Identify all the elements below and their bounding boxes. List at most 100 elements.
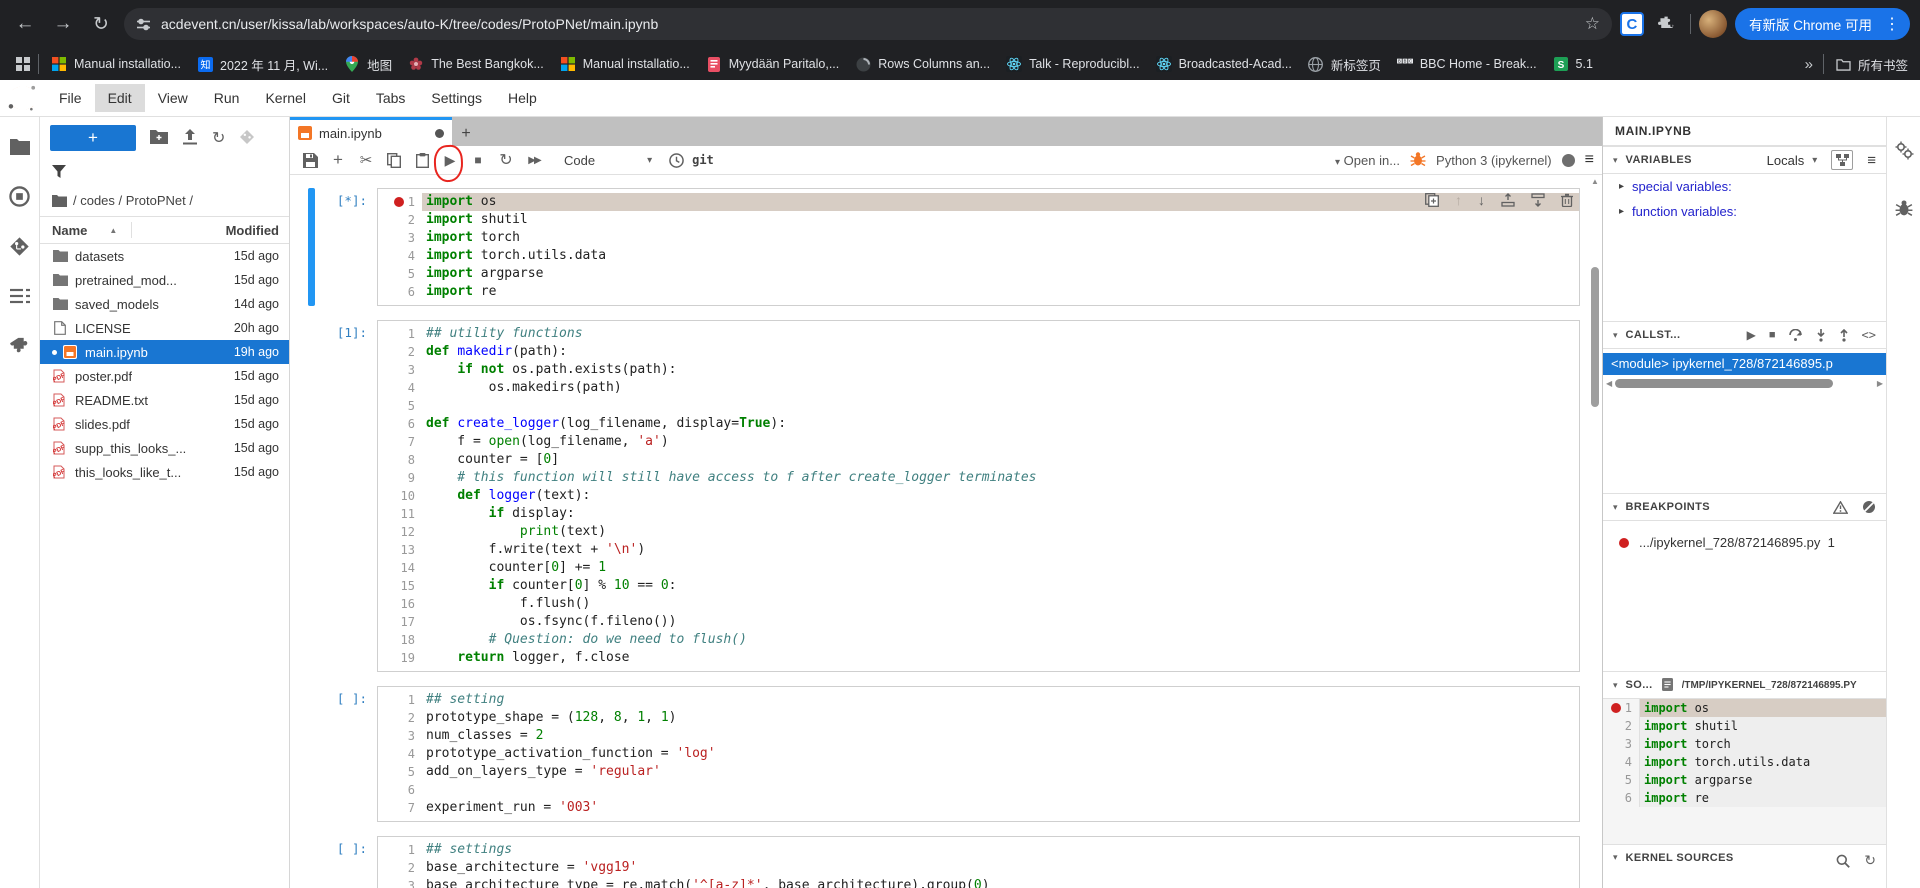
column-name[interactable]: Name [52, 223, 87, 238]
chrome-update-button[interactable]: 有新版 Chrome 可用 ⋮ [1735, 8, 1910, 40]
line-gutter[interactable]: 6 [378, 415, 422, 433]
notebook-scrollbar[interactable]: ▲ [1589, 175, 1601, 888]
cell-editor[interactable]: 1 ## setting 2 prototype_shape = (128, 8… [377, 686, 1580, 822]
all-bookmarks-button[interactable]: 所有书签 [1836, 55, 1908, 74]
bookmark-item[interactable]: Manual installatio... [552, 53, 698, 75]
line-gutter[interactable]: 2 [378, 343, 422, 361]
filter-funnel-icon[interactable] [52, 166, 66, 181]
git-clone-icon[interactable] [239, 129, 255, 148]
insert-cell-below-icon[interactable] [1531, 193, 1545, 207]
refresh-icon[interactable]: ↻ [212, 128, 225, 148]
bookmark-item[interactable]: 知 2022 年 11 月, Wi... [189, 52, 336, 77]
copy-icon[interactable] [382, 149, 406, 171]
scroll-right-icon[interactable]: ▶ [1874, 379, 1886, 388]
forward-icon[interactable]: → [48, 9, 78, 39]
code-cell[interactable]: [*]: 1 import os 2 import shutil 3 impor… [308, 188, 1580, 306]
extension-c-icon[interactable]: C [1620, 12, 1644, 36]
evaluate-icon[interactable]: <> [1862, 328, 1876, 342]
file-row[interactable]: saved_models 14d ago [40, 292, 289, 316]
line-gutter[interactable]: 3 [378, 877, 422, 888]
line-gutter[interactable]: 15 [378, 577, 422, 595]
cell-editor[interactable]: 1 ## utility functions 2 def makedir(pat… [377, 320, 1580, 672]
scroll-left-icon[interactable]: ◀ [1603, 379, 1615, 388]
debugger-sidebar-bug-icon[interactable] [1893, 197, 1915, 219]
step-over-icon[interactable] [1789, 329, 1803, 341]
file-row[interactable]: PDF slides.pdf 15d ago [40, 412, 289, 436]
menu-help[interactable]: Help [495, 84, 550, 112]
reload-icon[interactable]: ↻ [86, 9, 116, 39]
line-gutter[interactable]: 5 [378, 763, 422, 781]
line-gutter[interactable]: 3 [1603, 735, 1639, 753]
scrollbar-thumb[interactable] [1591, 267, 1599, 407]
back-icon[interactable]: ← [10, 9, 40, 39]
stop-icon[interactable]: ■ [466, 149, 490, 171]
collapse-icon[interactable]: ▾ [1613, 680, 1618, 691]
line-gutter[interactable]: 4 [378, 379, 422, 397]
bookmark-item[interactable]: The Best Bangkok... [400, 53, 552, 75]
line-gutter[interactable]: 7 [378, 799, 422, 817]
restart-run-all-icon[interactable]: ▶▶ [522, 149, 546, 171]
line-gutter[interactable]: 4 [378, 247, 422, 265]
line-gutter[interactable]: 9 [378, 469, 422, 487]
terminate-icon[interactable]: ■ [1769, 329, 1776, 341]
line-gutter[interactable]: 2 [378, 709, 422, 727]
file-row[interactable]: PDF this_looks_like_t... 15d ago [40, 460, 289, 484]
bookmark-item[interactable]: Broadcasted-Acad... [1148, 53, 1300, 75]
column-modified[interactable]: Modified [226, 223, 279, 238]
collapse-icon[interactable]: ▾ [1613, 852, 1618, 863]
line-gutter[interactable]: 4 [1603, 753, 1639, 771]
callstack-frame[interactable]: <module> ipykernel_728/872146895.p [1603, 353, 1886, 375]
bookmark-item[interactable]: Manual installatio... [43, 53, 189, 75]
cell-type-select[interactable]: Code ▾ [556, 151, 660, 170]
line-gutter[interactable]: 7 [378, 433, 422, 451]
insert-cell-icon[interactable]: + [326, 149, 350, 171]
line-gutter[interactable]: 3 [378, 229, 422, 247]
save-icon[interactable] [298, 149, 322, 171]
callstack-hscrollbar[interactable]: ◀ ▶ [1603, 376, 1886, 390]
tab-main-ipynb[interactable]: main.ipynb [290, 117, 452, 146]
line-gutter[interactable]: 5 [378, 265, 422, 283]
bookmark-item[interactable]: 新标签页 [1300, 52, 1389, 77]
extensions-puzzle-icon[interactable] [1652, 9, 1682, 39]
file-row[interactable]: PDF README.txt 15d ago [40, 388, 289, 412]
variables-header[interactable]: ▾ VARIABLES Locals ▾ ≡ [1603, 146, 1886, 174]
profile-avatar[interactable] [1699, 10, 1727, 38]
git-icon[interactable] [9, 235, 31, 257]
search-icon[interactable] [1836, 854, 1850, 868]
pause-on-exception-icon[interactable] [1833, 501, 1848, 514]
line-gutter[interactable]: 3 [378, 361, 422, 379]
line-gutter[interactable]: 11 [378, 505, 422, 523]
line-gutter[interactable]: 6 [1603, 789, 1639, 807]
extension-manager-icon[interactable] [9, 335, 31, 357]
move-cell-up-icon[interactable]: ↑ [1455, 192, 1462, 208]
file-row[interactable]: pretrained_mod... 15d ago [40, 268, 289, 292]
collapse-icon[interactable]: ▾ [1613, 155, 1618, 166]
bookmark-item[interactable]: Rows Columns an... [847, 53, 998, 75]
move-cell-down-icon[interactable]: ↓ [1478, 192, 1485, 208]
file-row[interactable]: LICENSE 20h ago [40, 316, 289, 340]
breadcrumb[interactable]: / codes / ProtoPNet / [40, 185, 289, 216]
cell-collapser[interactable] [308, 188, 315, 306]
line-gutter[interactable]: 2 [378, 211, 422, 229]
breakpoint-row[interactable]: .../ipykernel_728/872146895.py 1 [1603, 521, 1886, 550]
line-gutter[interactable]: 2 [378, 859, 422, 877]
new-folder-icon[interactable] [150, 129, 168, 147]
code-cell[interactable]: [ ]: 1 ## settings 2 base_architecture =… [308, 836, 1580, 888]
git-toolbar-label[interactable]: git [692, 153, 714, 167]
bookmarks-overflow-icon[interactable]: » [1805, 56, 1811, 73]
hscrollbar-thumb[interactable] [1615, 379, 1833, 388]
file-row[interactable]: datasets 15d ago [40, 244, 289, 268]
file-row[interactable]: PDF poster.pdf 15d ago [40, 364, 289, 388]
tree-view-button[interactable] [1831, 150, 1853, 170]
line-gutter[interactable]: 1 [378, 691, 422, 709]
line-gutter[interactable]: 3 [378, 727, 422, 745]
cell-editor[interactable]: 1 import os 2 import shutil 3 import tor… [377, 188, 1580, 306]
new-launcher-button[interactable]: + [50, 125, 136, 151]
bookmark-item[interactable]: Talk - Reproducibl... [998, 53, 1147, 75]
duplicate-cell-icon[interactable] [1425, 193, 1439, 207]
insert-cell-above-icon[interactable] [1501, 193, 1515, 207]
line-gutter[interactable]: 6 [378, 283, 422, 301]
callstack-header[interactable]: ▾ CALLST... ▶ ■ <> [1603, 321, 1886, 349]
breakpoints-header[interactable]: ▾ BREAKPOINTS [1603, 493, 1886, 521]
line-gutter[interactable]: 2 [1603, 717, 1639, 735]
